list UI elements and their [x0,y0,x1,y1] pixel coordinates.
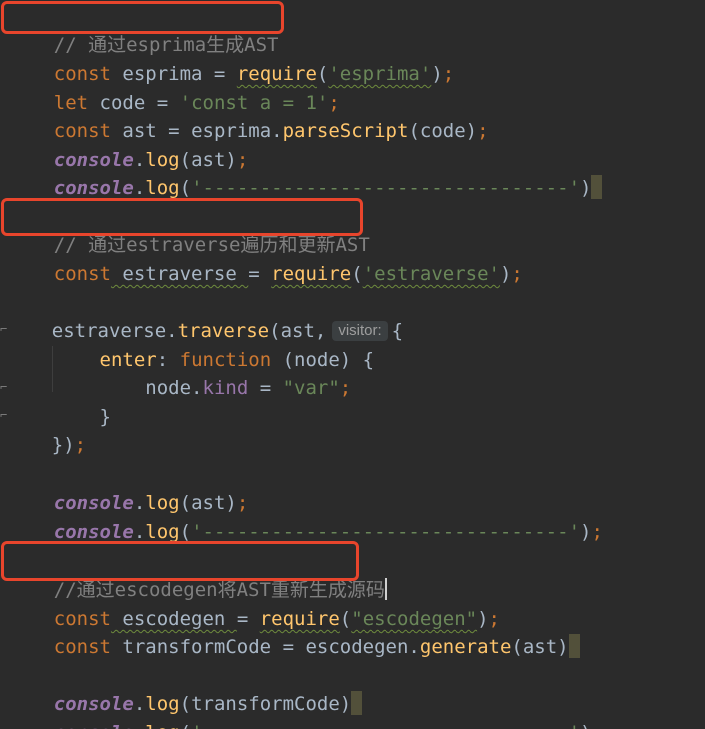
dot: . [133,521,146,543]
arguments: (ast) [511,636,569,658]
function-name: generate [419,636,512,658]
paren: ( [179,521,192,543]
dot: . [408,636,420,658]
code-line-21[interactable]: const escodegen = require("escodegen"); [8,577,500,630]
code-line-11[interactable]: estraverse.traverse(ast, visitor:{ [6,289,403,342]
paren: ( [179,177,192,199]
code-line-3[interactable]: let code = 'const a = 1'; [8,61,340,114]
paren: ( [351,263,363,285]
annotation-box [1,541,359,581]
semicolon: ; [477,120,489,142]
brace: { [391,320,404,342]
dot: . [191,377,203,399]
paren: ) [499,263,512,285]
fold-marker-icon[interactable]: ⌐ [0,380,7,394]
code-line-5[interactable]: console.log(ast); [8,118,249,171]
function-name: require [271,263,352,285]
brace: }) [51,434,75,456]
code-line-22[interactable]: const transformCode = escodegen.generate… [8,605,580,658]
semicolon: ; [442,63,455,85]
paren: ) [431,63,443,85]
console-global: console [53,521,134,543]
code-line-14[interactable]: } [8,375,111,428]
arguments: (code) [408,120,478,142]
code-line-15[interactable]: }); [6,403,86,456]
string-literal: 'esprima' [328,63,432,85]
function-name: log [145,521,180,543]
code-line-24[interactable]: console.log(transformCode) [8,662,363,715]
string-literal: '--------------------------------' [191,177,581,199]
code-line-12[interactable]: enter: function (node) { [8,318,375,371]
code-line-25[interactable]: console.log('---------------------------… [8,691,603,729]
code-line-9[interactable]: const estraverse = require('estraverse')… [8,232,523,285]
identifier: transformCode [110,636,283,658]
brace: } [99,406,111,428]
identifier: estraverse [110,263,249,285]
semicolon: ; [591,722,602,729]
string-literal: 'estraverse' [362,263,500,285]
object-name: escodegen [305,636,409,658]
semicolon: ; [511,263,523,285]
text-cursor [591,175,603,199]
dot: . [134,722,145,729]
code-line-6[interactable]: console.log('---------------------------… [8,146,603,199]
keyword: const [53,636,111,658]
string-literal: '--------------------------------' [191,722,580,729]
paren: ) [580,177,592,199]
code-line-4[interactable]: const ast = esprima.parseScript(code); [8,89,489,142]
semicolon: ; [591,521,603,543]
string-literal: '--------------------------------' [191,521,581,543]
code-editor[interactable]: ⌐ ⌐ ⌐ // 通过esprima生成AST const esprima = … [0,0,705,729]
code-line-2[interactable]: const esprima = require('esprima'); [8,32,454,85]
code-line-18[interactable]: console.log('---------------------------… [8,490,603,543]
code-line-13[interactable]: node.kind = "var"; [8,346,351,399]
paren: ) [580,722,591,729]
annotation-box [1,198,363,236]
console-global: console [53,177,134,199]
code-line-17[interactable]: console.log(ast); [8,461,249,514]
text-cursor [568,634,580,658]
operator: = [282,636,295,658]
operator: = [248,377,283,399]
function-name: parseScript [282,120,409,142]
function-name: log [145,722,179,729]
semicolon: ; [339,377,352,399]
paren: ) [580,521,592,543]
object-name: node [145,377,192,399]
annotation-box [1,1,284,34]
console-global: console [54,722,134,729]
string-literal: "var" [282,377,340,399]
keyword: const [53,263,111,285]
paren: ( [180,722,191,729]
dot: . [133,177,146,199]
operator: = [248,263,260,285]
dot: . [271,120,283,142]
semicolon: ; [74,434,87,456]
property-name: kind [202,377,249,399]
function-name: log [145,177,180,199]
